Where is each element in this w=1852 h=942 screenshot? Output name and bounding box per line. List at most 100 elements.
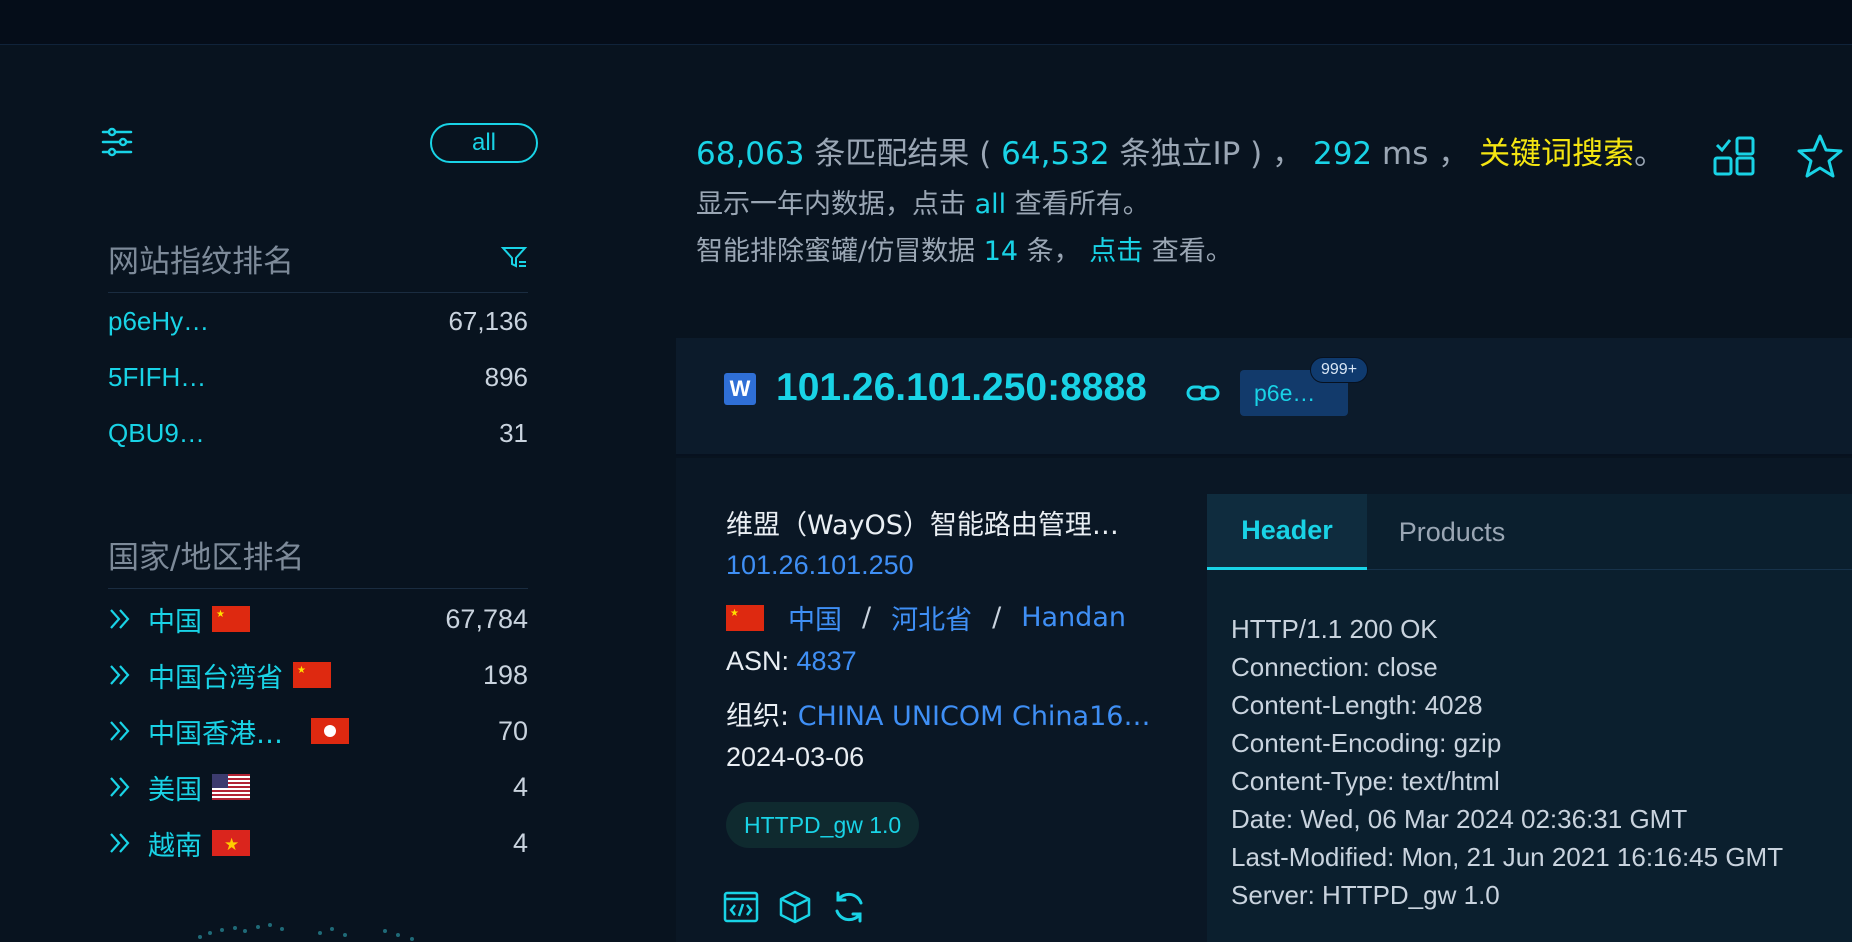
country-item[interactable]: 中国香港… 70 xyxy=(108,711,528,751)
chevron-double-right-icon xyxy=(110,609,130,629)
fingerprint-item[interactable]: QBU9… 31 xyxy=(108,418,528,449)
china-flag-icon: ★ xyxy=(293,662,331,688)
country-rank-title: 国家/地区排名 xyxy=(108,540,305,576)
header-line: Content-Length: 4028 xyxy=(1231,690,1483,720)
sidebar xyxy=(0,45,640,942)
country-count: 4 xyxy=(512,827,528,858)
note-text: 显示一年内数据，点击 xyxy=(696,189,975,220)
date-range-note: 显示一年内数据，点击 all 查看所有。 xyxy=(696,182,1150,221)
header-line: Date: Wed, 06 Mar 2024 02:36:31 GMT xyxy=(1231,804,1688,834)
note-text: 条， xyxy=(1018,236,1090,267)
refresh-icon[interactable] xyxy=(830,888,868,926)
tab-header[interactable]: Header xyxy=(1207,494,1367,570)
result-host-link[interactable]: 101.26.101.250:8888 xyxy=(776,366,1147,410)
honeypot-count: 14 xyxy=(983,236,1019,267)
chevron-double-right-icon xyxy=(110,833,130,853)
country-count: 198 xyxy=(482,659,528,690)
country-count: 67,784 xyxy=(445,603,528,634)
summary-text: 。 xyxy=(1634,136,1666,172)
tab-divider xyxy=(1367,569,1852,570)
grid-icon[interactable] xyxy=(1712,135,1756,179)
fingerprint-count: 67,136 xyxy=(448,306,528,336)
country-name[interactable]: 中国 xyxy=(148,600,202,639)
filter-funnel-icon[interactable] xyxy=(500,243,528,271)
divider xyxy=(108,292,528,293)
unique-ip-count: 64,532 xyxy=(1001,136,1110,172)
all-button[interactable]: all xyxy=(430,123,538,163)
hong-kong-flag-icon xyxy=(311,718,349,744)
honeypot-view-link[interactable]: 点击 xyxy=(1089,236,1143,267)
summary-text: 条独立IP ) ， xyxy=(1109,136,1313,172)
chevron-double-right-icon xyxy=(110,777,130,797)
country-item[interactable]: 中国台湾省 ★ 198 xyxy=(108,655,528,695)
fingerprint-item[interactable]: 5FIFH… 896 xyxy=(108,362,528,393)
count-badge: 999+ xyxy=(1310,357,1369,383)
china-flag-icon: ★ xyxy=(726,604,764,631)
separator: / xyxy=(992,602,1002,633)
link-icon[interactable] xyxy=(1186,380,1220,406)
note-text: 智能排除蜜罐/仿冒数据 xyxy=(696,236,984,267)
country-item[interactable]: 越南 ★ 4 xyxy=(108,823,528,863)
fingerprint-name[interactable]: p6eHy… xyxy=(108,306,209,337)
asn: ASN: 4837 xyxy=(726,646,857,677)
asn-link[interactable]: 4837 xyxy=(797,646,857,676)
fingerprint-name[interactable]: QBU9… xyxy=(108,418,205,449)
keyword-search-link[interactable]: 关键词搜索 xyxy=(1479,136,1634,172)
honeypot-note: 智能排除蜜罐/仿冒数据 14 条， 点击 查看。 xyxy=(696,229,1233,268)
ip-link[interactable]: 101.26.101.250 xyxy=(726,550,914,581)
country-count: 4 xyxy=(512,771,528,802)
organization: 组织: CHINA UNICOM China16… xyxy=(726,694,1150,733)
star-icon[interactable] xyxy=(1795,132,1845,182)
svg-text:★: ★ xyxy=(224,835,239,854)
note-text: 查看。 xyxy=(1143,236,1233,267)
divider xyxy=(108,588,528,589)
note-text: 查看所有。 xyxy=(1006,189,1150,220)
summary-text: ms ， xyxy=(1372,136,1480,172)
separator: / xyxy=(862,602,872,633)
site-favicon: W xyxy=(724,373,756,405)
country-name[interactable]: 越南 xyxy=(148,824,202,863)
country-name[interactable]: 中国台湾省 xyxy=(148,656,283,695)
fingerprint-count: 896 xyxy=(484,362,528,392)
code-icon[interactable] xyxy=(722,888,760,926)
fingerprint-name[interactable]: 5FIFH… xyxy=(108,362,206,393)
city-link[interactable]: Handan xyxy=(1021,602,1126,633)
cube-icon[interactable] xyxy=(776,888,814,926)
country-link[interactable]: 中国 xyxy=(788,598,842,637)
chevron-double-right-icon xyxy=(110,665,130,685)
server-tag[interactable]: HTTPD_gw 1.0 xyxy=(726,802,920,848)
org-label: 组织: xyxy=(726,701,798,732)
location: ★ 中国 / 河北省 / Handan xyxy=(726,598,1126,637)
top-bar xyxy=(0,0,1852,45)
svg-text:★: ★ xyxy=(216,609,225,620)
header-line: Content-Type: text/html xyxy=(1231,766,1500,796)
header-line: HTTP/1.1 200 OK xyxy=(1231,614,1438,644)
country-name[interactable]: 中国香港… xyxy=(148,712,283,751)
country-count: 70 xyxy=(497,715,528,746)
query-time: 292 xyxy=(1312,136,1373,172)
world-map-graphic xyxy=(198,923,414,941)
header-line: Last-Modified: Mon, 21 Jun 2021 16:16:45… xyxy=(1231,842,1784,872)
vietnam-flag-icon: ★ xyxy=(212,830,250,856)
org-link[interactable]: CHINA UNICOM China16… xyxy=(798,701,1151,732)
update-date: 2024-03-06 xyxy=(726,742,865,772)
header-line: Content-Encoding: gzip xyxy=(1231,728,1502,758)
sliders-icon[interactable] xyxy=(100,125,134,159)
fingerprint-count: 31 xyxy=(499,418,528,448)
show-all-link[interactable]: all xyxy=(975,189,1007,220)
fingerprint-item[interactable]: p6eHy… 67,136 xyxy=(108,306,528,337)
header-line: Server: HTTPD_gw 1.0 xyxy=(1231,880,1500,910)
country-item[interactable]: 中国 ★ 67,784 xyxy=(108,599,528,639)
country-item[interactable]: 美国 4 xyxy=(108,767,528,807)
usa-flag-icon xyxy=(212,774,250,800)
svg-text:★: ★ xyxy=(730,608,739,619)
result-summary: 68,063 条匹配结果 ( 64,532 条独立IP ) ， 292 ms ，… xyxy=(696,128,1665,173)
fingerprint-rank-title: 网站指纹排名 xyxy=(108,244,294,280)
country-name[interactable]: 美国 xyxy=(148,768,202,807)
header-line: Connection: close xyxy=(1231,652,1438,682)
province-link[interactable]: 河北省 xyxy=(891,598,972,637)
tab-products[interactable]: Products xyxy=(1367,494,1537,570)
summary-text: 条匹配结果 ( xyxy=(804,136,1002,172)
site-title: 维盟（WayOS）智能路由管理… xyxy=(726,510,1119,541)
match-count: 68,063 xyxy=(696,136,805,172)
